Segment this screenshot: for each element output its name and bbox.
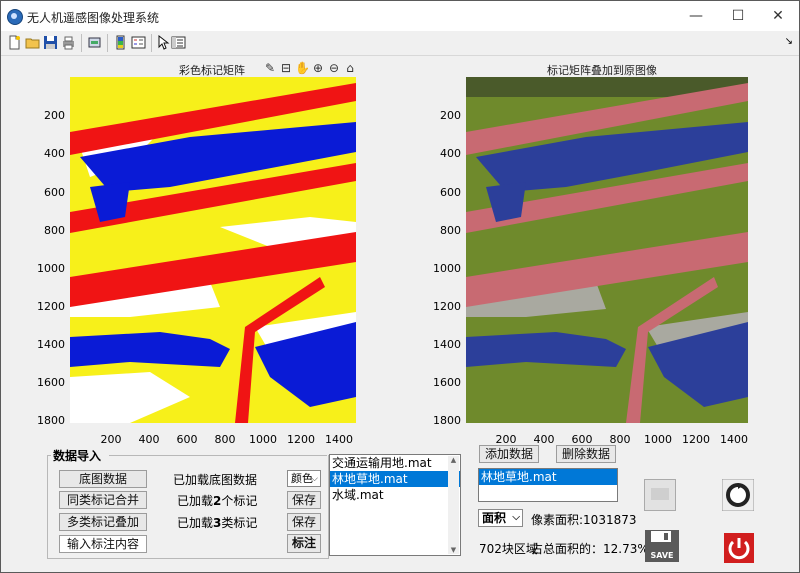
power-icon[interactable] (724, 533, 754, 563)
toolbar: ↘ (1, 31, 799, 56)
overlay-status: 已加载3类标记 (177, 516, 258, 530)
right-axes-image[interactable] (466, 77, 748, 423)
home-icon[interactable]: ⌂ (343, 61, 357, 75)
new-file-icon[interactable] (7, 35, 22, 50)
class-file-list[interactable]: 交通运输用地.mat 林地草地.mat 水域.mat ▲ ▼ (329, 454, 461, 556)
right-axes-title: 标记矩阵叠加到原图像 (547, 64, 657, 77)
zoom-in-icon[interactable]: ⊕ (311, 61, 325, 75)
save-icon[interactable] (43, 35, 58, 50)
chevron-down-icon: ⌵ (311, 474, 318, 484)
open-folder-icon[interactable] (25, 35, 40, 50)
left-axes-title: 彩色标记矩阵 (179, 64, 245, 77)
window-title: 无人机遥感图像处理系统 (27, 11, 160, 25)
print-icon[interactable] (61, 35, 76, 50)
metric-select[interactable]: 面积 ⌵ (478, 509, 523, 527)
pointer-icon[interactable] (155, 35, 170, 50)
figure-tools: ✎ ⊟ ✋ ⊕ ⊖ ⌂ (263, 61, 359, 77)
merge-status: 已加载2个标记 (177, 494, 258, 508)
disabled-action-button[interactable] (644, 479, 676, 511)
base-data-status: 已加载底图数据 (173, 473, 258, 487)
selected-data-list[interactable]: 林地草地.mat (478, 468, 618, 502)
pan-hand-icon[interactable]: ✋ (295, 61, 310, 75)
data-import-title: 数据导入 (53, 449, 102, 463)
zoom-out-icon[interactable]: ⊖ (327, 61, 341, 75)
input-annotation-button[interactable]: 输入标注内容 (59, 535, 147, 553)
list-item[interactable]: 交通运输用地.mat (330, 455, 460, 471)
datatip-icon[interactable]: ⊟ (279, 61, 293, 75)
brush-icon[interactable]: ✎ (263, 61, 277, 75)
dock-arrow-icon[interactable]: ↘ (785, 36, 793, 47)
insert-colorbar-icon[interactable] (113, 35, 128, 50)
insert-legend-icon[interactable] (131, 35, 146, 50)
save-disk-icon[interactable]: SAVE (644, 529, 680, 563)
refresh-icon[interactable] (722, 479, 754, 511)
app-window: 无人机遥感图像处理系统 — ☐ ✕ ↘ 彩色标记矩阵 ✎ ⊟ ✋ ⊕ ⊖ ⌂ 2… (0, 0, 800, 573)
save-disk-label: SAVE (650, 551, 673, 560)
area-ratio: 占总面积的：12.73% (531, 542, 649, 556)
title-bar: 无人机遥感图像处理系统 — ☐ ✕ (1, 1, 799, 31)
list-item[interactable]: 林地草地.mat (479, 469, 617, 485)
color-select[interactable]: 颜色 ⌵ (287, 470, 321, 487)
multi-class-overlay-button[interactable]: 多类标记叠加 (59, 513, 147, 531)
add-data-button[interactable]: 添加数据 (479, 445, 539, 463)
property-inspector-icon[interactable] (171, 35, 186, 50)
app-logo-icon (7, 9, 23, 25)
scroll-down-icon: ▼ (450, 546, 457, 554)
delete-data-button[interactable]: 删除数据 (556, 445, 616, 463)
list-scrollbar[interactable]: ▲ ▼ (448, 456, 459, 554)
left-axes-image[interactable] (70, 77, 356, 423)
merge-same-class-button[interactable]: 同类标记合并 (59, 491, 147, 509)
scroll-up-icon: ▲ (450, 456, 457, 464)
minimize-button[interactable]: — (681, 5, 711, 27)
region-count: 702块区域 (479, 542, 538, 556)
pixel-area-readout: 像素面积:1031873 (531, 513, 637, 527)
print-preview-icon[interactable] (87, 35, 102, 50)
chevron-down-icon: ⌵ (512, 512, 520, 523)
save-overlay-button[interactable]: 保存 (287, 513, 321, 531)
maximize-button[interactable]: ☐ (723, 5, 753, 27)
save-merge-button[interactable]: 保存 (287, 491, 321, 509)
list-item[interactable]: 林地草地.mat (330, 471, 460, 487)
annotate-button[interactable]: 标注 (287, 534, 321, 553)
list-item[interactable]: 水域.mat (330, 487, 460, 503)
close-button[interactable]: ✕ (763, 5, 793, 27)
base-data-button[interactable]: 底图数据 (59, 470, 147, 488)
